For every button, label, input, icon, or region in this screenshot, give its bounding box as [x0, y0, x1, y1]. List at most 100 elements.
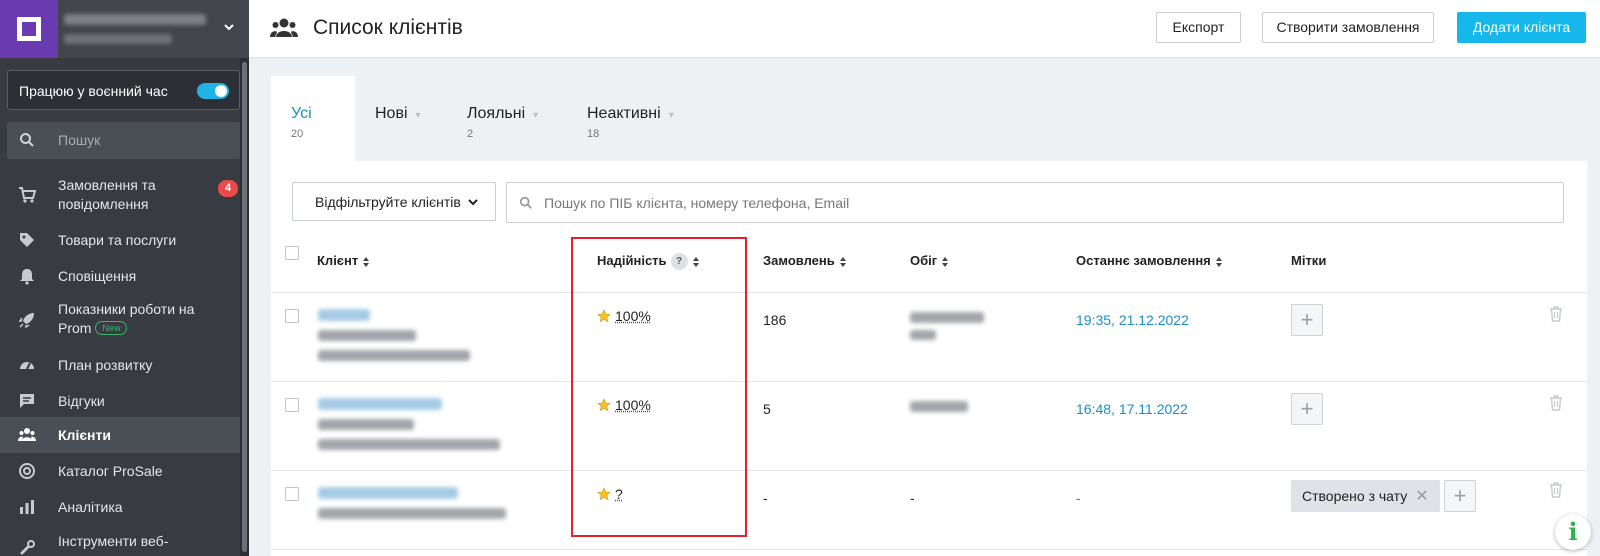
client-name-link-redacted[interactable] [318, 309, 370, 321]
filter-clients-button[interactable]: Відфільтруйте клієнтів [292, 182, 496, 221]
sidebar-item-label: Сповіщення [58, 268, 137, 284]
clients-panel: Усі 20 Нові ▾ Лояльні ▾ 2 Неактивні ▾ 18 Ві… [271, 76, 1587, 556]
wartime-toggle[interactable] [197, 83, 229, 99]
search-placeholder: Пошук по ПІБ клієнта, номеру телефона, E… [544, 195, 850, 211]
search-icon [20, 133, 34, 147]
client-email-redacted [318, 350, 470, 361]
column-header-client[interactable]: Клієнт [317, 253, 370, 268]
sidebar-item-label: Показники роботи на Prom New [58, 301, 195, 336]
sidebar-item-label: Відгуки [58, 393, 105, 409]
row-checkbox[interactable] [285, 487, 299, 501]
last-order-link[interactable]: 16:48, 17.11.2022 [1076, 401, 1188, 417]
rocket-icon [18, 313, 34, 329]
orders-count: 5 [763, 401, 771, 417]
client-name-link-redacted[interactable] [318, 398, 442, 410]
row-divider [271, 470, 1587, 471]
add-tag-button[interactable]: + [1291, 393, 1323, 425]
client-email-redacted [318, 439, 500, 450]
tab-inactive[interactable]: Неактивні ▾ 18 [567, 76, 687, 161]
tools-icon [20, 540, 35, 555]
sidebar-item-orders[interactable]: Замовлення та повідомлення 4 [0, 176, 240, 216]
sidebar-item-reviews[interactable]: Відгуки [0, 391, 240, 413]
sidebar: Працюю у воєнний час Пошук Замовлення та… [0, 0, 249, 556]
chevron-down-icon [468, 199, 478, 206]
row-checkbox[interactable] [285, 398, 299, 412]
close-icon[interactable]: ✕ [1415, 488, 1428, 505]
chevron-down-icon: ▾ [668, 110, 674, 121]
wartime-label: Працюю у воєнний час [19, 83, 168, 99]
target-icon [19, 463, 35, 479]
trash-icon[interactable] [1549, 306, 1563, 322]
cart-icon [19, 187, 36, 203]
client-name-link-redacted[interactable] [318, 487, 458, 499]
column-header-turnover[interactable]: Обіг [910, 253, 949, 268]
logo[interactable] [0, 0, 58, 58]
column-header-orders[interactable]: Замовлень [763, 253, 847, 268]
turnover-value: - [910, 490, 915, 506]
sidebar-item-clients[interactable]: Клієнти [0, 417, 240, 453]
info-icon[interactable]: i [1555, 514, 1591, 550]
tag-icon [20, 233, 34, 247]
last-order-link[interactable]: 19:35, 21.12.2022 [1076, 312, 1189, 328]
row-divider [271, 381, 1587, 382]
last-order-link[interactable]: - [1076, 490, 1081, 506]
client-contacts-redacted [318, 508, 506, 519]
sort-icon [1215, 256, 1222, 267]
sidebar-item-growth-plan[interactable]: План розвитку [0, 355, 240, 377]
trash-icon[interactable] [1549, 482, 1563, 498]
client-search-input[interactable]: Пошук по ПІБ клієнта, номеру телефона, E… [506, 182, 1564, 223]
tab-label: Лояльні ▾ [467, 105, 539, 122]
export-button[interactable]: Експорт [1156, 12, 1241, 43]
comment-icon [20, 394, 34, 408]
tab-new[interactable]: Нові ▾ [355, 76, 447, 161]
tab-all[interactable]: Усі 20 [271, 76, 355, 161]
sidebar-item-label: Замовлення та повідомлення [58, 177, 156, 212]
turnover-redacted [910, 330, 936, 340]
trash-icon[interactable] [1549, 395, 1563, 411]
users-icon [270, 18, 298, 37]
sidebar-search[interactable]: Пошук [7, 122, 240, 159]
sidebar-item-label: Товари та послуги [58, 232, 177, 248]
sidebar-item-prosale-catalog[interactable]: Каталог ProSale [0, 461, 240, 483]
tab-label: Неактивні ▾ [587, 105, 674, 122]
add-tag-button[interactable]: + [1291, 304, 1323, 336]
orders-count: - [763, 490, 768, 506]
chevron-down-icon[interactable] [222, 20, 236, 34]
sidebar-item-products[interactable]: Товари та послуги [0, 230, 240, 252]
orders-count-badge: 4 [218, 180, 238, 197]
company-name-redacted [64, 10, 214, 44]
row-checkbox[interactable] [285, 309, 299, 323]
sidebar-item-notifications[interactable]: Сповіщення [0, 266, 240, 288]
sort-icon [363, 256, 370, 267]
sidebar-item-analytics[interactable]: Аналітика [0, 497, 240, 519]
sidebar-item-label: Клієнти [58, 427, 111, 443]
orders-count: 186 [763, 312, 787, 328]
sidebar-item-label: План розвитку [58, 357, 153, 373]
sidebar-item-performance[interactable]: Показники роботи на Prom New [0, 300, 240, 346]
turnover-redacted [910, 401, 968, 412]
search-icon [519, 196, 532, 209]
new-badge: New [95, 321, 128, 335]
sidebar-item-web-tools[interactable]: Інструменти веб- [0, 533, 240, 555]
select-all-checkbox[interactable] [285, 246, 299, 260]
sort-icon [942, 256, 949, 267]
chevron-down-icon: ▾ [415, 110, 421, 121]
tab-loyal[interactable]: Лояльні ▾ 2 [447, 76, 567, 161]
add-client-button[interactable]: Додати клієнта [1457, 12, 1586, 43]
tag-chip: Створено з чату ✕ [1291, 480, 1440, 512]
create-order-button[interactable]: Створити замовлення [1262, 12, 1434, 43]
sidebar-scrollbar[interactable] [240, 58, 249, 556]
row-divider [271, 292, 1587, 293]
tab-count: 18 [587, 128, 600, 140]
users-icon [18, 428, 36, 441]
tag-label: Створено з чату [1302, 488, 1408, 504]
tab-label: Усі [291, 105, 312, 122]
gauge-icon [20, 362, 34, 370]
company-switcher[interactable] [0, 0, 249, 58]
column-header-last-order[interactable]: Останнє замовлення [1076, 253, 1223, 268]
add-tag-button[interactable]: + [1444, 480, 1476, 512]
client-phone-redacted [318, 330, 416, 341]
tab-label: Нові ▾ [375, 105, 421, 122]
sidebar-item-label: Каталог ProSale [58, 463, 163, 479]
chevron-down-icon: ▾ [533, 110, 539, 121]
